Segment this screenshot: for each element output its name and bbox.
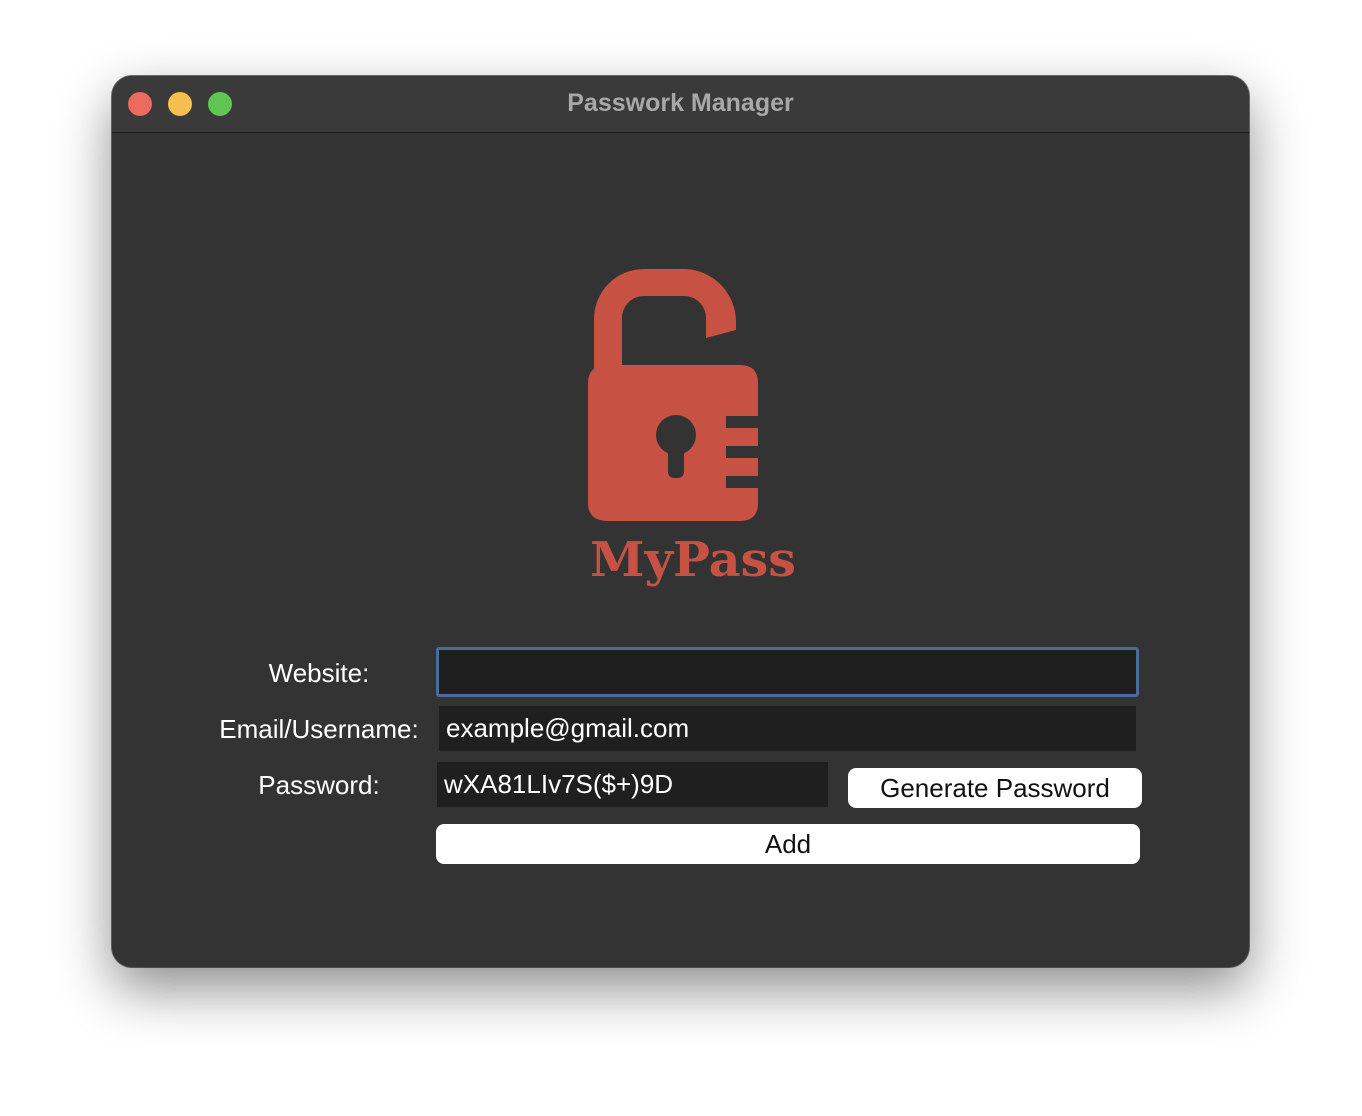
generate-password-button[interactable]: Generate Password [848, 768, 1142, 808]
title-bar: Passwork Manager [112, 76, 1249, 133]
window-title: Passwork Manager [567, 89, 794, 117]
email-label: Email/Username: [219, 714, 419, 744]
mypass-logo: MyPass [588, 269, 796, 588]
website-input[interactable] [436, 647, 1139, 697]
email-input[interactable]: example@gmail.com [439, 706, 1136, 751]
app-window: Passwork Manager MyPass Website: Email/U… [112, 76, 1249, 967]
open-padlock-icon [588, 269, 758, 521]
logo-text: MyPass [590, 532, 796, 588]
password-label: Password: [258, 770, 380, 800]
website-label: Website: [268, 658, 370, 688]
password-input[interactable]: wXA81LIv7S($+)9D [437, 762, 828, 807]
add-button[interactable]: Add [436, 824, 1140, 864]
